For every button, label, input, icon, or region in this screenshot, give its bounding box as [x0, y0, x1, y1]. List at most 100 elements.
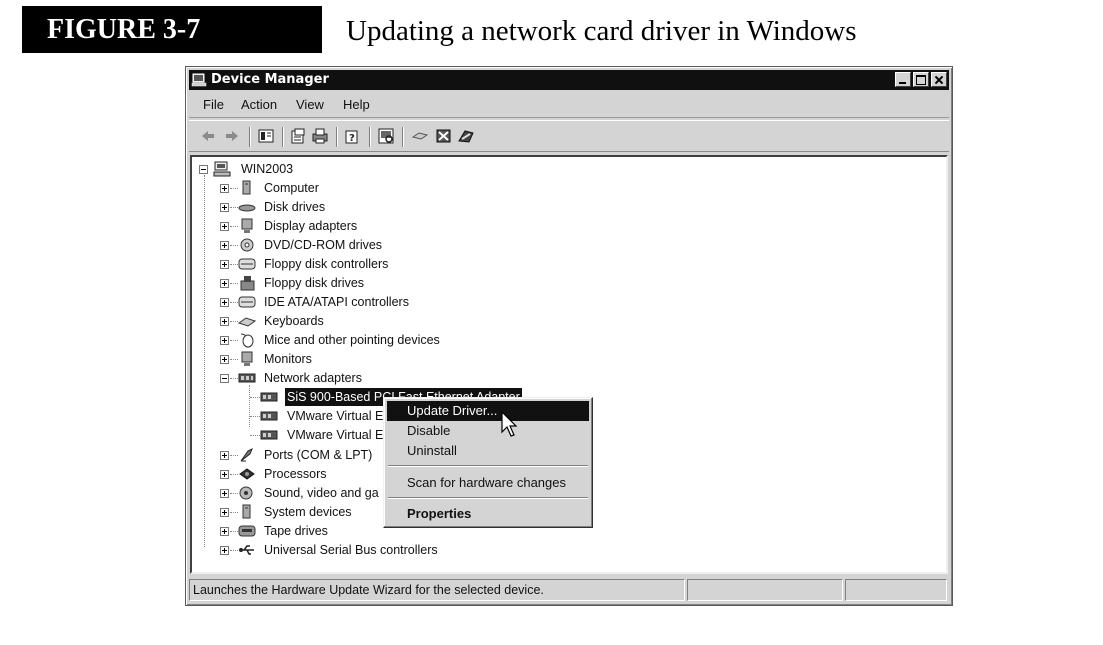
tree-item-dvd-cd-rom-drives[interactable]: DVD/CD-ROM drives — [192, 236, 932, 254]
tree-item-display-adapters[interactable]: Display adapters — [192, 217, 932, 235]
tree-item-monitors[interactable]: Monitors — [192, 350, 932, 368]
menu-properties[interactable]: Properties — [387, 504, 589, 524]
figure-title: Updating a network card driver in Window… — [346, 15, 857, 47]
port-icon — [240, 447, 253, 462]
menu-scan-hardware[interactable]: Scan for hardware changes — [387, 473, 589, 493]
menu-update-driver[interactable]: Update Driver... — [387, 401, 589, 421]
expand-icon[interactable] — [220, 508, 229, 517]
tree-item-label: Sound, video and ga — [264, 486, 379, 500]
tree-item-usb-controllers[interactable]: Universal Serial Bus controllers — [192, 541, 932, 559]
uninstall-device-icon[interactable] — [457, 127, 475, 145]
expand-icon[interactable] — [220, 355, 229, 364]
network-adapter-icon — [260, 411, 278, 421]
processor-icon — [239, 468, 255, 480]
expand-icon[interactable] — [220, 298, 229, 307]
properties-icon[interactable] — [289, 127, 307, 145]
close-icon[interactable] — [931, 72, 947, 87]
network-adapter-icon — [238, 373, 256, 383]
display-adapter-icon — [241, 218, 253, 233]
toolbar: ? — [189, 120, 949, 152]
keyboard-icon — [238, 317, 256, 327]
tree-item-floppy-disk-controllers[interactable]: Floppy disk controllers — [192, 255, 932, 273]
expand-icon[interactable] — [220, 336, 229, 345]
context-menu: Update Driver... Disable Uninstall Scan … — [383, 397, 593, 528]
menu-uninstall[interactable]: Uninstall — [387, 441, 589, 461]
tree-item-label: Disk drives — [264, 200, 326, 214]
tree-item-label: VMware Virtual E — [287, 428, 384, 442]
controller-icon — [238, 296, 256, 308]
tree-item-computer[interactable]: Computer — [192, 179, 932, 197]
menu-action[interactable]: Action — [241, 97, 277, 112]
expand-icon[interactable] — [220, 241, 229, 250]
menu-disable[interactable]: Disable — [387, 421, 589, 441]
scan-hardware-icon[interactable] — [377, 127, 395, 145]
forward-arrow-icon[interactable] — [223, 127, 241, 145]
menu-file[interactable]: File — [203, 97, 224, 112]
tree-item-label: Universal Serial Bus controllers — [264, 543, 438, 557]
cd-rom-icon — [240, 238, 254, 252]
minimize-icon[interactable] — [895, 72, 911, 87]
network-adapter-icon — [260, 392, 278, 402]
collapse-root-icon[interactable] — [199, 165, 208, 174]
menu-bar: File Action View Help — [189, 93, 949, 118]
expand-icon[interactable] — [220, 184, 229, 193]
tree-item-label: Floppy disk drives — [264, 276, 365, 290]
mouse-icon — [240, 333, 254, 348]
tree-item-mice[interactable]: Mice and other pointing devices — [192, 331, 932, 349]
tape-drive-icon — [238, 525, 256, 537]
usb-icon — [239, 545, 254, 555]
mouse-pointer-icon — [501, 410, 518, 437]
floppy-drive-icon — [240, 276, 255, 291]
status-panel-2 — [687, 579, 843, 601]
tree-item-label: Monitors — [264, 352, 312, 366]
expand-icon[interactable] — [220, 470, 229, 479]
menu-view[interactable]: View — [296, 97, 324, 112]
window-controls — [893, 72, 947, 88]
monitor-icon — [241, 351, 253, 366]
expand-icon[interactable] — [220, 279, 229, 288]
tree-item-floppy-disk-drives[interactable]: Floppy disk drives — [192, 274, 932, 292]
svg-text:?: ? — [349, 133, 355, 144]
sound-icon — [239, 486, 253, 500]
print-icon[interactable] — [311, 127, 329, 145]
disable-device-icon[interactable] — [435, 127, 453, 145]
expand-icon[interactable] — [220, 451, 229, 460]
maximize-icon[interactable] — [913, 72, 929, 87]
menu-help[interactable]: Help — [343, 97, 370, 112]
help-icon[interactable]: ? — [343, 127, 361, 145]
tree-item-label: Keyboards — [264, 314, 324, 328]
computer-icon — [213, 161, 231, 177]
expand-icon[interactable] — [220, 546, 229, 555]
system-device-icon — [242, 504, 251, 519]
tree-item-label: Floppy disk controllers — [264, 257, 389, 271]
expand-icon[interactable] — [220, 203, 229, 212]
tree-item-ide-ata-atapi-controllers[interactable]: IDE ATA/ATAPI controllers — [192, 293, 932, 311]
expand-icon[interactable] — [220, 317, 229, 326]
tree-item-label: Tape drives — [264, 524, 328, 538]
tree-item-label: Network adapters — [264, 371, 362, 385]
back-arrow-icon[interactable] — [199, 127, 217, 145]
tree-item-network-adapters[interactable]: Network adapters — [192, 369, 932, 387]
tree-item-label: Processors — [264, 467, 327, 481]
controller-icon — [238, 258, 256, 270]
tree-item-label: Display adapters — [264, 219, 358, 233]
status-panel-3 — [845, 579, 947, 601]
collapse-icon[interactable] — [220, 374, 229, 383]
show-hide-console-tree-icon[interactable] — [257, 127, 275, 145]
tree-item-label: Mice and other pointing devices — [264, 333, 440, 347]
update-driver-icon[interactable] — [411, 127, 429, 145]
tree-item-label: System devices — [264, 505, 352, 519]
tree-item-keyboards[interactable]: Keyboards — [192, 312, 932, 330]
computer-icon — [242, 180, 251, 195]
tree-item-disk-drives[interactable]: Disk drives — [192, 198, 932, 216]
status-text: Launches the Hardware Update Wizard for … — [189, 579, 685, 601]
network-adapter-icon — [260, 430, 278, 440]
expand-icon[interactable] — [220, 260, 229, 269]
tree-root-label: WIN2003 — [241, 162, 294, 176]
expand-icon[interactable] — [220, 222, 229, 231]
expand-icon[interactable] — [220, 527, 229, 536]
tree-item-label: Ports (COM & LPT) — [264, 448, 373, 462]
title-bar[interactable]: Device Manager — [189, 70, 949, 90]
expand-icon[interactable] — [220, 489, 229, 498]
tree-item-label: VMware Virtual E — [287, 409, 384, 423]
